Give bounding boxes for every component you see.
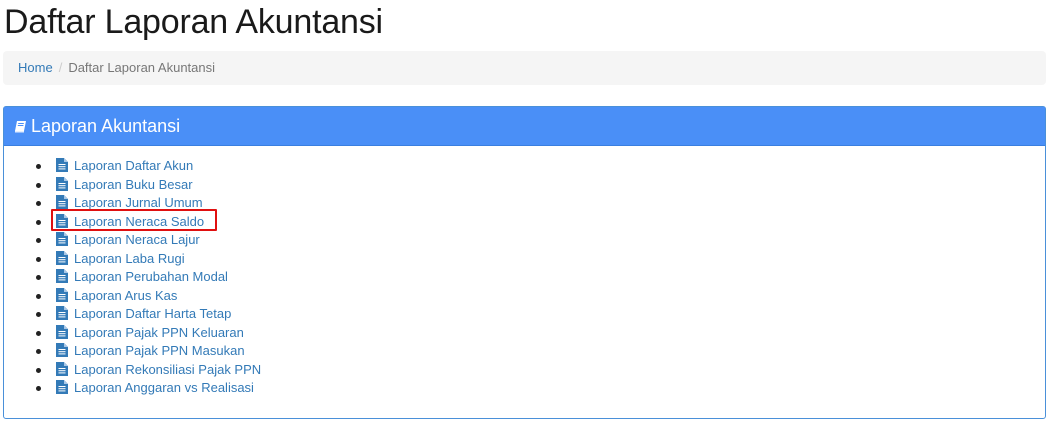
report-item: Laporan Pajak PPN Masukan [56, 342, 245, 363]
bullet [36, 256, 41, 262]
list-item: Laporan Anggaran vs Realisasi [36, 379, 1045, 398]
report-list: Laporan Daftar Akun Laporan Buku Besar Lap… [4, 157, 1045, 398]
report-item: Laporan Neraca Lajur [56, 231, 200, 252]
report-item: Laporan Perubahan Modal [56, 268, 228, 289]
bullet [36, 238, 41, 243]
list-item: Laporan Arus Kas [36, 287, 1045, 306]
bullet [36, 349, 41, 354]
report-item: Laporan Rekonsiliasi Pajak PPN [56, 361, 261, 382]
breadcrumb-current: Daftar Laporan Akuntansi [68, 60, 216, 75]
report-link[interactable]: Laporan Arus Kas [74, 288, 177, 303]
report-item: Laporan Anggaran vs Realisasi [56, 379, 254, 400]
page-title: Daftar Laporan Akuntansi [4, 3, 383, 41]
bullet [36, 293, 41, 299]
report-link[interactable]: Laporan Buku Besar [74, 177, 193, 192]
bullet [36, 367, 41, 373]
bullet [36, 219, 41, 225]
panel-title: Laporan Akuntansi [31, 116, 181, 136]
bullet [36, 330, 41, 336]
list-item: Laporan Pajak PPN Masukan [36, 342, 1045, 361]
report-link[interactable]: Laporan Neraca Saldo [74, 214, 204, 229]
report-item: Laporan Buku Besar [56, 176, 193, 197]
report-panel: Laporan Akuntansi Laporan Daftar Akun Lap… [3, 106, 1046, 419]
report-link[interactable]: Laporan Pajak PPN Keluaran [74, 325, 244, 340]
list-item: Laporan Pajak PPN Keluaran [36, 324, 1045, 343]
bullet [36, 182, 41, 188]
panel-body: Laporan Daftar Akun Laporan Buku Besar Lap… [4, 146, 1045, 398]
report-item: Laporan Daftar Akun [56, 157, 193, 178]
list-item: Laporan Neraca Saldo [36, 213, 1045, 232]
report-item: Laporan Neraca Saldo [56, 213, 204, 234]
bullet [36, 386, 41, 391]
report-item: Laporan Daftar Harta Tetap [56, 305, 231, 326]
report-item: Laporan Pajak PPN Keluaran [56, 324, 244, 345]
list-item: Laporan Daftar Harta Tetap [36, 305, 1045, 324]
list-item: Laporan Neraca Lajur [36, 231, 1045, 250]
report-link[interactable]: Laporan Laba Rugi [74, 251, 185, 266]
breadcrumb-home-link[interactable]: Home [18, 60, 53, 75]
report-link[interactable]: Laporan Rekonsiliasi Pajak PPN [74, 362, 261, 377]
report-item: Laporan Arus Kas [56, 287, 177, 308]
list-item: Laporan Rekonsiliasi Pajak PPN [36, 361, 1045, 380]
breadcrumb-separator: / [58, 60, 63, 75]
report-link[interactable]: Laporan Anggaran vs Realisasi [74, 380, 254, 395]
breadcrumb: Home / Daftar Laporan Akuntansi [3, 51, 1046, 85]
report-item: Laporan Laba Rugi [56, 250, 185, 271]
bullet [36, 275, 41, 280]
report-link[interactable]: Laporan Perubahan Modal [74, 269, 228, 284]
list-item: Laporan Jurnal Umum [36, 194, 1045, 213]
list-item: Laporan Perubahan Modal [36, 268, 1045, 287]
report-item: Laporan Jurnal Umum [56, 194, 203, 215]
list-item: Laporan Buku Besar [36, 176, 1045, 195]
report-link[interactable]: Laporan Jurnal Umum [74, 195, 203, 210]
list-item: Laporan Daftar Akun [36, 157, 1045, 176]
report-link[interactable]: Laporan Pajak PPN Masukan [74, 343, 245, 358]
panel-heading: Laporan Akuntansi [4, 107, 1045, 146]
list-item: Laporan Laba Rugi [36, 250, 1045, 269]
file-text-icon[interactable] [56, 380, 68, 400]
report-link[interactable]: Laporan Daftar Akun [74, 158, 193, 173]
book-icon [14, 108, 27, 147]
bullet [36, 201, 41, 206]
bullet [36, 312, 41, 317]
report-link[interactable]: Laporan Daftar Harta Tetap [74, 306, 231, 321]
report-link[interactable]: Laporan Neraca Lajur [74, 232, 200, 247]
bullet [36, 164, 41, 169]
